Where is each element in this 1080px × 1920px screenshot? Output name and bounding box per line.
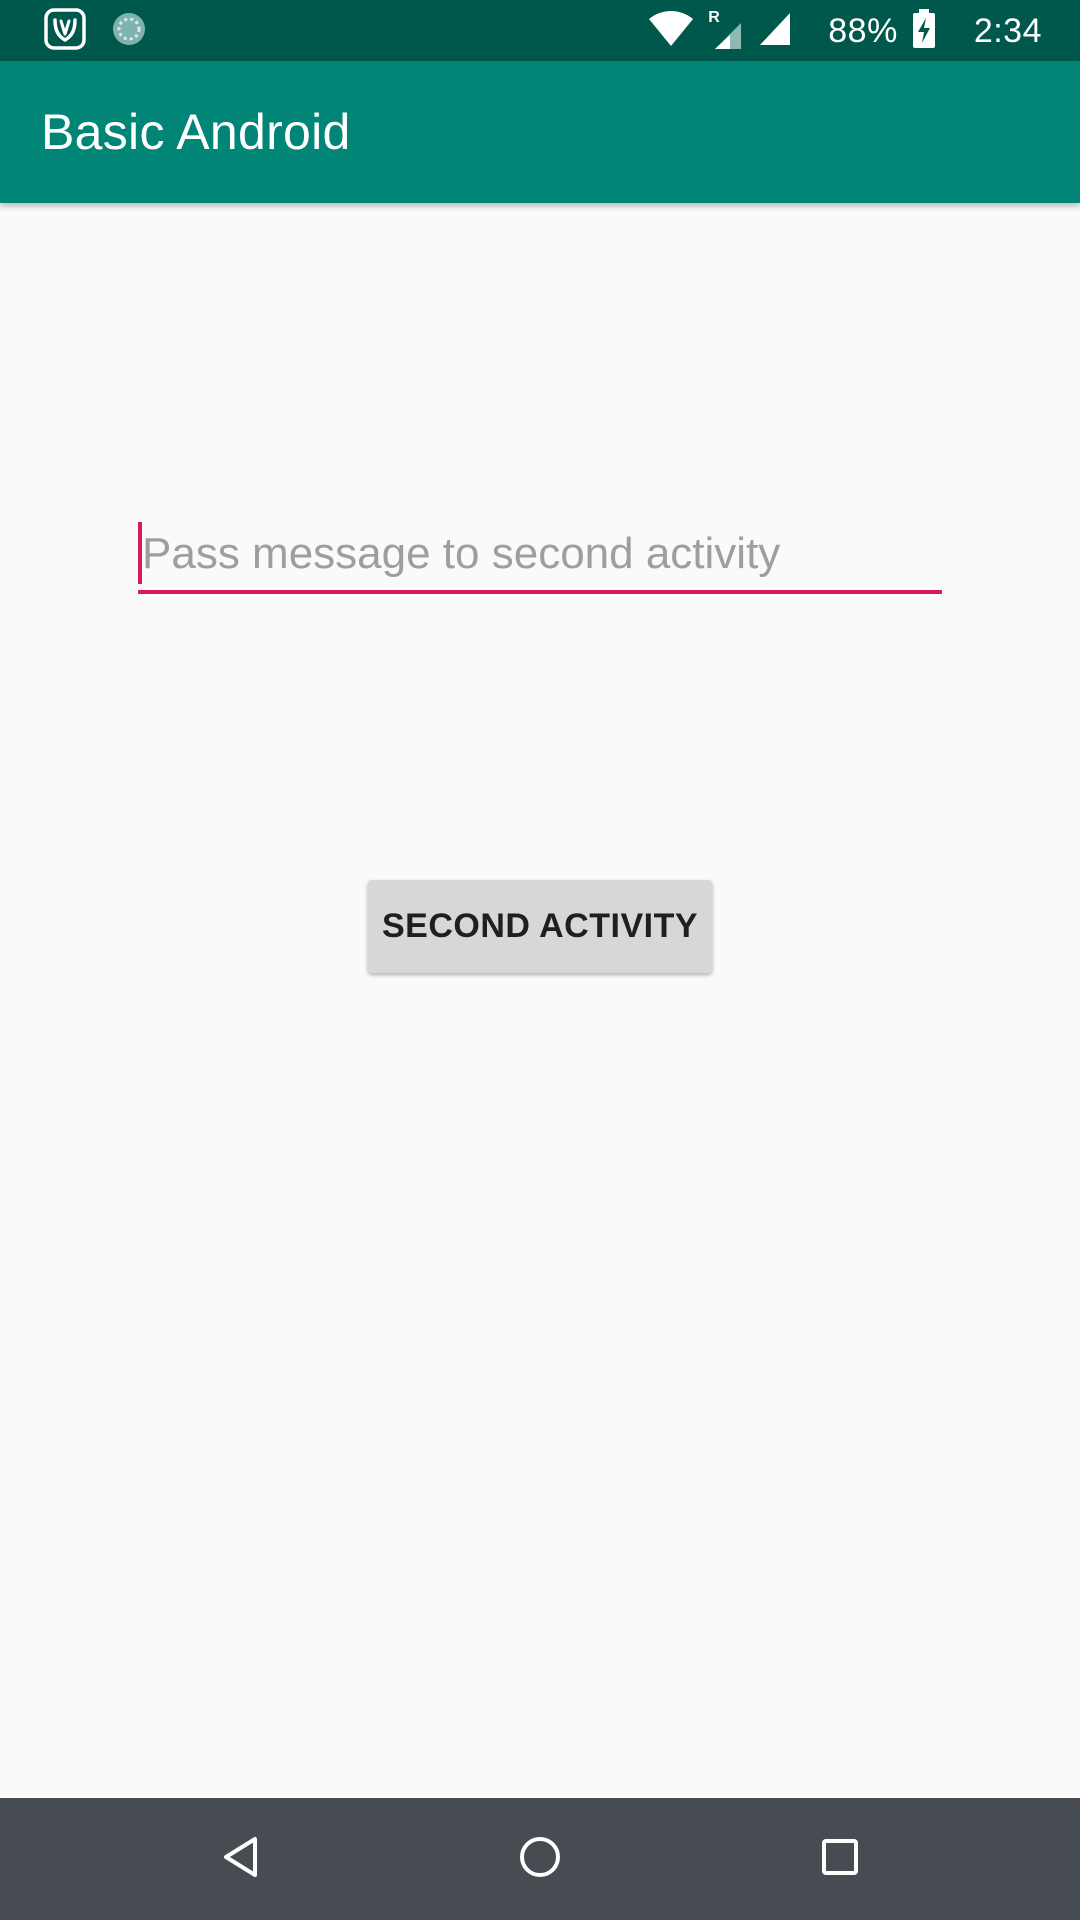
battery-percent: 88% — [828, 11, 898, 50]
message-field — [138, 518, 942, 594]
status-notifications — [44, 7, 148, 55]
battery-charging-icon — [912, 8, 936, 54]
recents-icon — [821, 1838, 859, 1881]
app-title: Basic Android — [41, 104, 351, 160]
home-button[interactable] — [509, 1828, 571, 1890]
cell-signal-roaming-icon: R — [708, 9, 744, 51]
wifi-icon — [648, 10, 694, 53]
status-system: R 88% 2:34 — [648, 8, 1042, 54]
sync-notification-icon — [110, 10, 148, 53]
status-bar: R 88% 2:34 — [0, 0, 1080, 61]
text-cursor — [138, 522, 142, 584]
app-bar: Basic Android — [0, 61, 1080, 203]
message-input[interactable] — [138, 518, 942, 590]
screen: R 88% 2:34 Basic Android Pass message to… — [0, 0, 1080, 1920]
message-input-underline — [138, 590, 942, 594]
cell-signal-icon — [758, 11, 792, 52]
recents-button[interactable] — [809, 1828, 871, 1890]
home-icon — [518, 1835, 562, 1884]
second-activity-button[interactable]: SECOND ACTIVITY — [368, 880, 712, 973]
clock: 2:34 — [973, 11, 1042, 50]
back-button[interactable] — [210, 1828, 272, 1890]
navigation-bar — [0, 1798, 1080, 1920]
back-icon — [221, 1835, 261, 1884]
app-notification-icon — [44, 7, 86, 55]
